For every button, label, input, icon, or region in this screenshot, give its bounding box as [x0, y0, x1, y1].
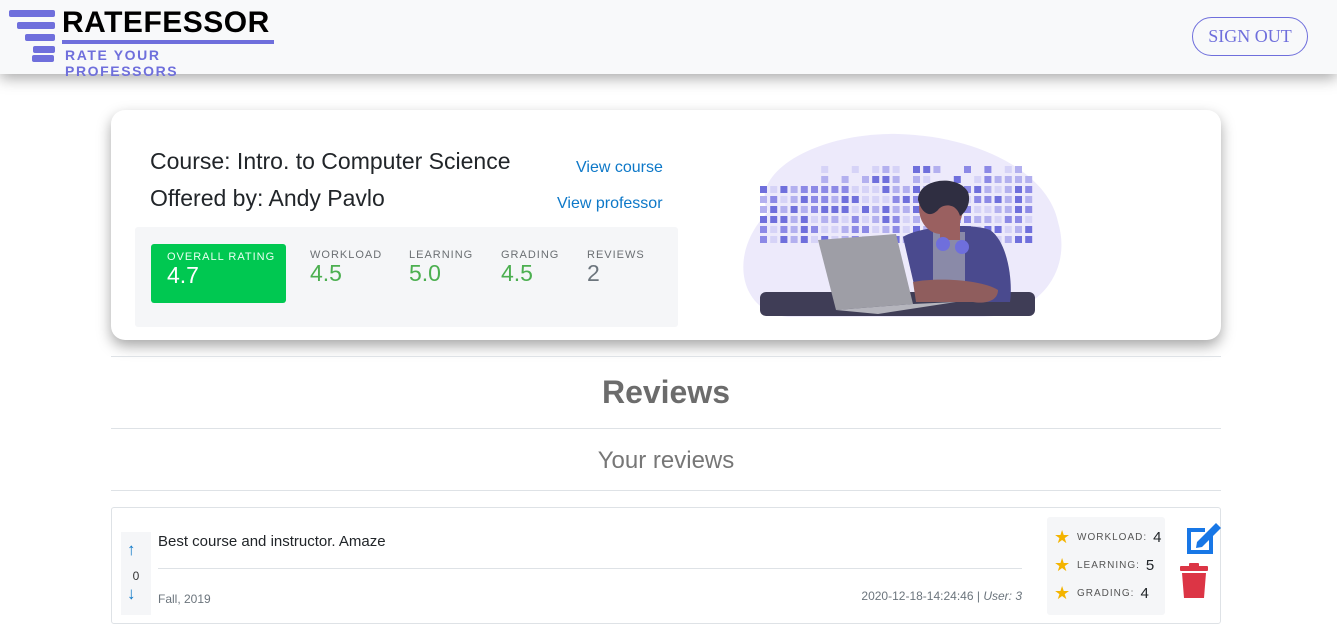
- rating-value: 4: [1153, 529, 1162, 546]
- learning-value: 5.0: [409, 260, 441, 286]
- overall-rating-value: 4.7: [167, 262, 199, 288]
- divider: [111, 428, 1221, 429]
- edit-icon[interactable]: [1183, 520, 1223, 556]
- rating-label: GRADING:: [1077, 588, 1135, 599]
- course-card: Course: Intro. to Computer Science Offer…: [111, 110, 1221, 340]
- ratefessor-logo[interactable]: RATEFESSOR RATE YOUR PROFESSORS: [9, 6, 279, 79]
- arrow-up-icon[interactable]: ↑: [127, 540, 136, 560]
- top-navbar: RATEFESSOR RATE YOUR PROFESSORS SIGN OUT: [0, 0, 1337, 79]
- star-icon: ★: [1054, 555, 1071, 575]
- review-timestamp: 2020-12-18-14:24:46: [861, 589, 974, 603]
- view-professor-link[interactable]: View professor: [557, 195, 663, 213]
- review-term: Fall, 2019: [158, 592, 211, 606]
- review-user: User: 3: [983, 589, 1022, 603]
- divider: [111, 356, 1221, 357]
- rating-label: LEARNING:: [1077, 560, 1140, 571]
- reviews-heading: Reviews: [601, 374, 731, 410]
- rating-row-learning: ★ LEARNING: 5: [1054, 555, 1154, 576]
- rating-row-grading: ★ GRADING: 4: [1054, 583, 1149, 604]
- vote-count: 0: [132, 569, 140, 583]
- divider: [111, 490, 1221, 491]
- student-laptop-illustration: [743, 133, 1062, 317]
- rating-value: 5: [1145, 557, 1155, 574]
- trash-icon[interactable]: [1178, 563, 1210, 599]
- course-professor: Offered by: Andy Pavlo: [150, 185, 385, 211]
- logo-title: RATEFESSOR: [62, 6, 270, 39]
- overall-rating-box: OVERALL RATING 4.7: [151, 244, 286, 303]
- review-text: Best course and instructor. Amaze: [158, 533, 386, 550]
- rating-row-workload: ★ WORKLOAD: 4: [1054, 527, 1161, 548]
- your-reviews-heading: Your reviews: [597, 447, 735, 474]
- course-stats-panel: OVERALL RATING 4.7 WORKLOAD 4.5 LEARNING…: [135, 227, 678, 327]
- rating-value: 4: [1140, 585, 1149, 602]
- grading-value: 4.5: [501, 260, 533, 286]
- sign-out-button[interactable]: SIGN OUT: [1192, 17, 1308, 56]
- logo-subtitle: RATE YOUR PROFESSORS: [65, 47, 179, 79]
- review-ratings-panel: ★ WORKLOAD: 4 ★ LEARNING: 5 ★ GRADING: 4: [1047, 517, 1165, 615]
- view-course-link[interactable]: View course: [576, 159, 663, 177]
- vote-panel: ↑ 0 ↓: [121, 532, 151, 615]
- star-icon: ★: [1054, 583, 1071, 603]
- review-divider: [158, 568, 1022, 569]
- rating-label: WORKLOAD:: [1077, 532, 1148, 543]
- course-title: Course: Intro. to Computer Science: [150, 148, 511, 174]
- workload-value: 4.5: [310, 260, 342, 286]
- meta-separator: |: [976, 589, 980, 603]
- review-meta: 2020-12-18-14:24:46 | User: 3: [861, 589, 1022, 603]
- logo-underline: [62, 40, 274, 44]
- review-card: ↑ 0 ↓ Best course and instructor. Amaze …: [111, 507, 1221, 624]
- arrow-down-icon[interactable]: ↓: [127, 584, 136, 604]
- star-icon: ★: [1054, 527, 1071, 547]
- reviews-count-value: 2: [587, 260, 600, 286]
